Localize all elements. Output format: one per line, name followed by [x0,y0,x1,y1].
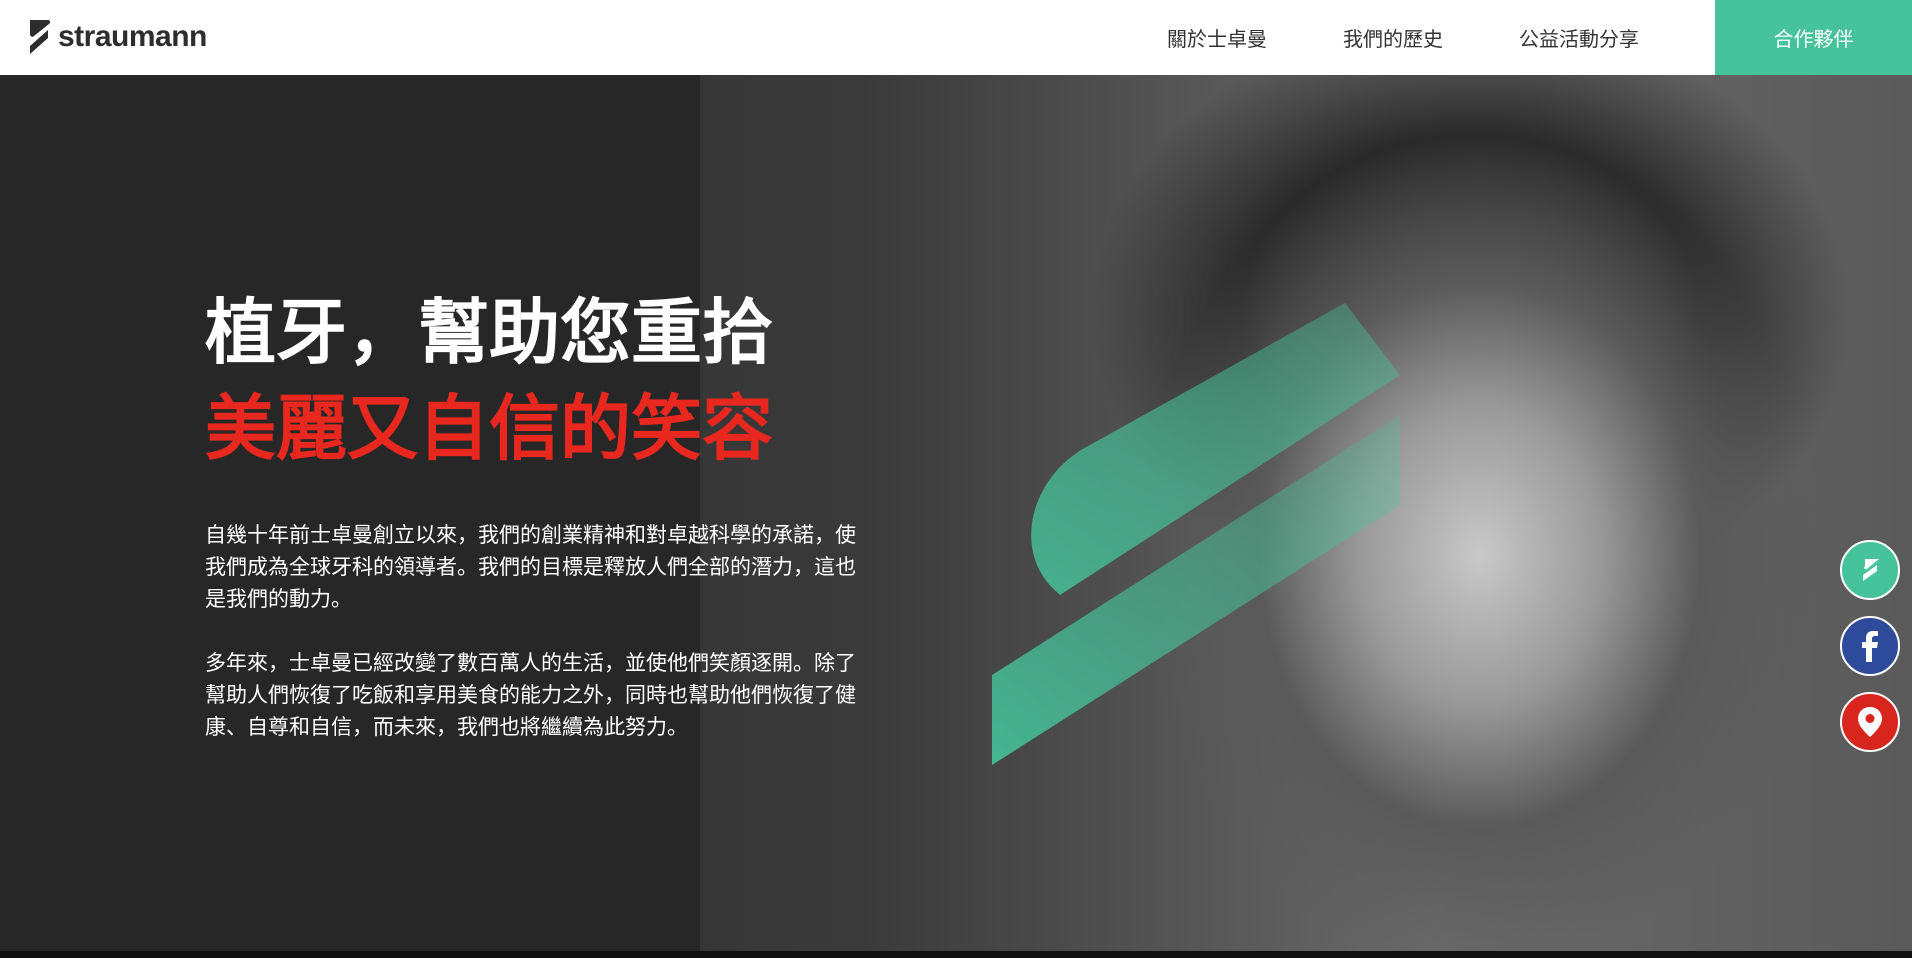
nav-partners-button[interactable]: 合作夥伴 [1715,0,1912,75]
map-location-button[interactable] [1840,692,1900,752]
logo-text: straumann [58,20,207,53]
hero-green-stripes [992,303,1400,765]
hero-paragraph-2: 多年來，士卓曼已經改變了數百萬人的生活，並使他們笑顏逐開。除了幫助人們恢復了吃飯… [205,651,856,739]
hero-paragraph-1: 自幾十年前士卓曼創立以來，我們的創業精神和對卓越科學的承諾，使我們成為全球牙科的… [205,523,856,611]
facebook-icon [1862,631,1878,662]
main-nav: 關於士卓曼 我們的歷史 公益活動分享 合作夥伴 [1167,0,1912,75]
straumann-social-button[interactable] [1840,540,1900,600]
straumann-icon [1863,559,1879,581]
straumann-logo-icon [30,20,51,54]
hero-headline: 植牙，幫助您重拾 美麗又自信的笑容 [205,285,773,477]
site-header: straumann 關於士卓曼 我們的歷史 公益活動分享 合作夥伴 [0,0,1912,75]
nav-history[interactable]: 我們的歷史 [1343,23,1443,52]
nav-charity[interactable]: 公益活動分享 [1519,23,1639,52]
bottom-bar [0,951,1912,958]
nav-about[interactable]: 關於士卓曼 [1167,23,1267,52]
straumann-logo[interactable]: straumann [24,16,207,58]
map-pin-icon [1858,707,1882,737]
hero-section: 植牙，幫助您重拾 美麗又自信的笑容 自幾十年前士卓曼創立以來，我們的創業精神和對… [0,75,1912,951]
facebook-button[interactable] [1840,616,1900,676]
headline-line-2: 美麗又自信的笑容 [205,387,774,470]
headline-line-1: 植牙，幫助您重拾 [205,291,774,374]
